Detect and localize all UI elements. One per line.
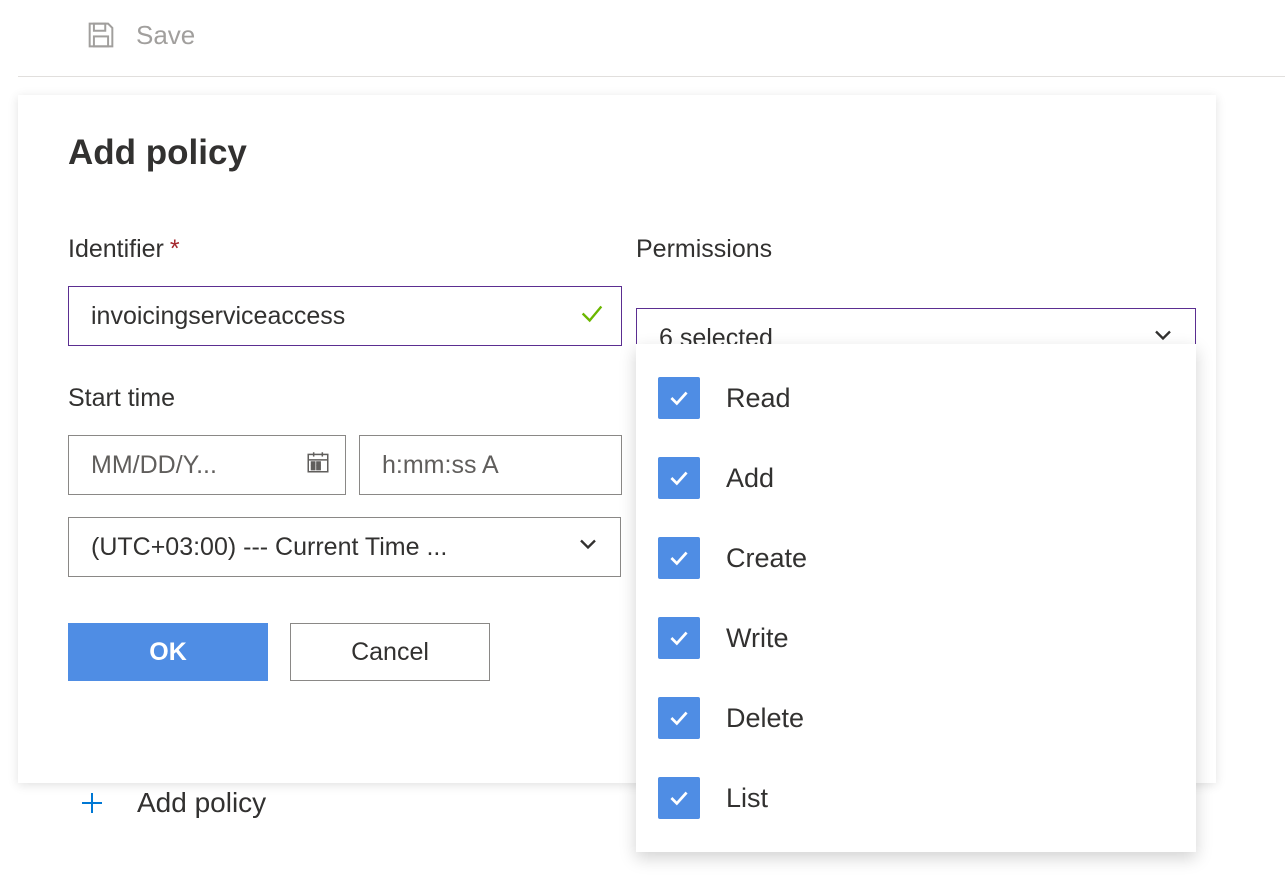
- cancel-button[interactable]: Cancel: [290, 623, 490, 681]
- permission-option-delete[interactable]: Delete: [636, 678, 1196, 758]
- permissions-label: Permissions: [636, 235, 772, 264]
- permission-label: Read: [726, 383, 791, 414]
- calendar-icon: [305, 449, 331, 482]
- check-icon: [578, 300, 606, 333]
- start-time-input[interactable]: h:mm:ss A: [359, 435, 622, 495]
- permission-label: Delete: [726, 703, 804, 734]
- identifier-input[interactable]: [68, 286, 622, 346]
- date-placeholder: MM/DD/Y...: [91, 451, 217, 480]
- add-policy-panel: Add policy Identifier* Start time: [18, 95, 1216, 783]
- checkbox-icon: [658, 377, 700, 419]
- permission-option-read[interactable]: Read: [636, 358, 1196, 438]
- divider: [18, 76, 1285, 77]
- panel-title: Add policy: [68, 133, 1166, 173]
- checkbox-icon: [658, 457, 700, 499]
- permission-label: Add: [726, 463, 774, 494]
- timezone-value: (UTC+03:00) --- Current Time ...: [91, 533, 447, 562]
- chevron-down-icon: [574, 530, 602, 565]
- permission-label: Write: [726, 623, 789, 654]
- permission-option-create[interactable]: Create: [636, 518, 1196, 598]
- start-time-label: Start time: [68, 384, 175, 413]
- save-button[interactable]: Save: [136, 20, 195, 51]
- checkbox-icon: [658, 777, 700, 819]
- plus-icon: [77, 788, 107, 818]
- identifier-label: Identifier: [68, 235, 164, 264]
- permission-option-add[interactable]: Add: [636, 438, 1196, 518]
- permission-option-write[interactable]: Write: [636, 598, 1196, 678]
- timezone-select[interactable]: (UTC+03:00) --- Current Time ...: [68, 517, 621, 577]
- permissions-dropdown: Read Add Create Write Delete List: [636, 344, 1196, 852]
- permission-label: Create: [726, 543, 807, 574]
- ok-button[interactable]: OK: [68, 623, 268, 681]
- checkbox-icon: [658, 697, 700, 739]
- permission-option-list[interactable]: List: [636, 758, 1196, 838]
- required-indicator: *: [170, 235, 180, 263]
- checkbox-icon: [658, 617, 700, 659]
- time-placeholder: h:mm:ss A: [382, 451, 499, 480]
- toolbar: Save: [0, 0, 1285, 76]
- save-icon: [84, 18, 118, 52]
- start-date-input[interactable]: MM/DD/Y...: [68, 435, 346, 495]
- permission-label: List: [726, 783, 768, 814]
- add-policy-label: Add policy: [137, 787, 266, 819]
- checkbox-icon: [658, 537, 700, 579]
- add-policy-link[interactable]: Add policy: [77, 787, 266, 819]
